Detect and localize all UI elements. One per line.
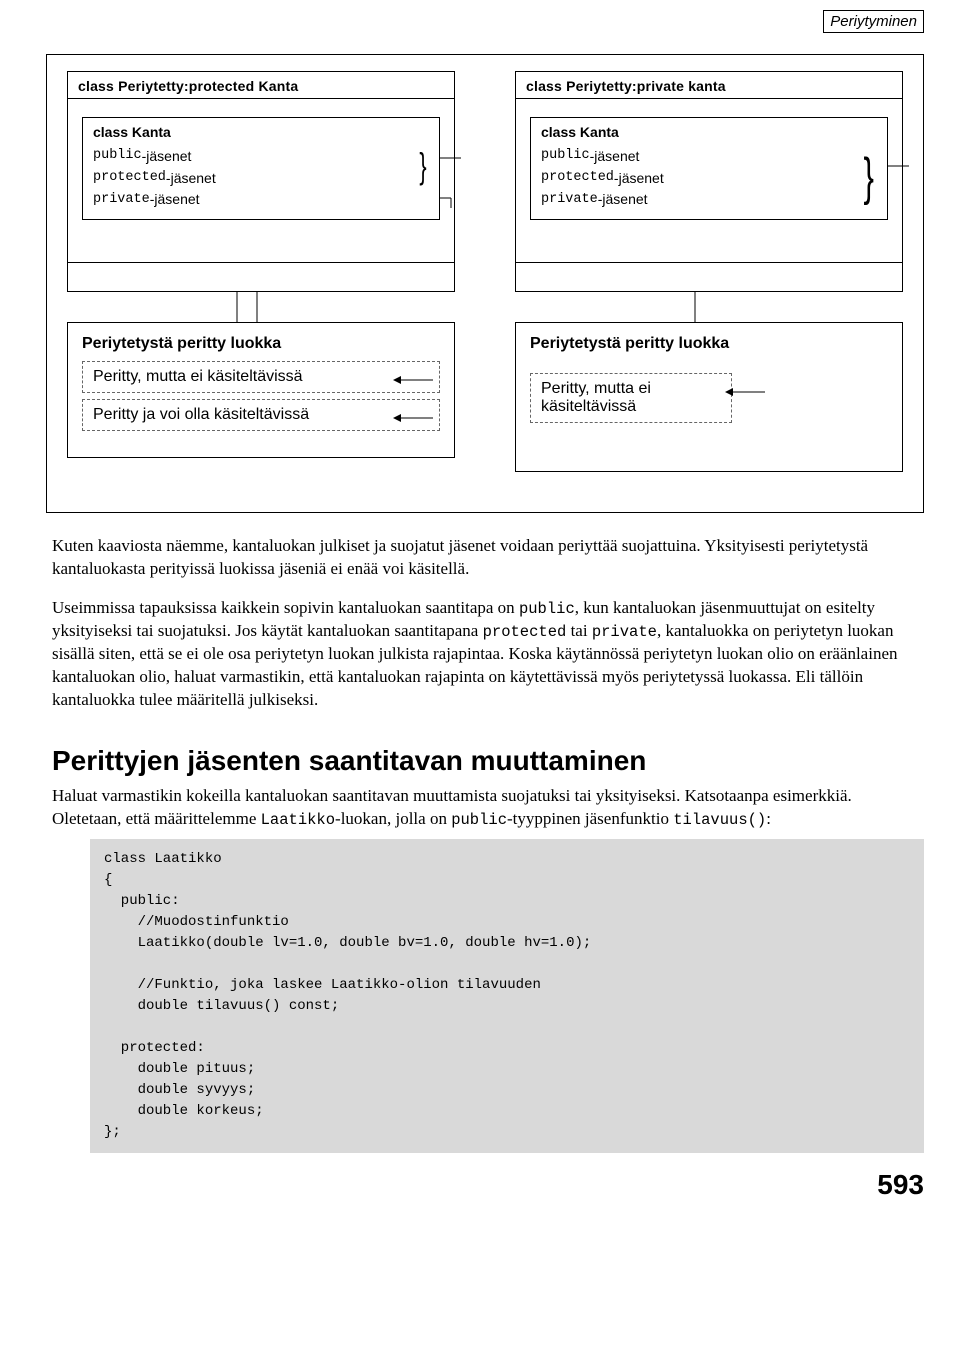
connector-line xyxy=(515,292,903,322)
left-outer-title: class Periytetty:protected Kanta xyxy=(68,72,454,98)
note-text: Peritty, mutta ei käsiteltävissä xyxy=(541,380,651,415)
connector-line xyxy=(67,292,455,322)
note-text: Peritty, mutta ei käsiteltävissä xyxy=(93,368,303,385)
connector-line xyxy=(439,148,461,208)
code-inline: public xyxy=(519,600,575,618)
code-inline: private xyxy=(592,623,657,641)
member-modifier: public xyxy=(93,146,142,167)
body-text: Kuten kaaviosta näemme, kantaluokan julk… xyxy=(52,535,918,831)
diagram-left-column: class Periytetty:protected Kanta class K… xyxy=(67,71,455,472)
brace-icon: } xyxy=(419,148,426,184)
code-block: class Laatikko { public: //Muodostinfunk… xyxy=(90,839,924,1153)
note-text: Peritty ja voi olla käsiteltävissä xyxy=(93,406,309,423)
member-modifier: protected xyxy=(541,168,614,189)
arrow-icon xyxy=(393,412,433,424)
member-modifier: public xyxy=(541,146,590,167)
arrow-icon xyxy=(725,386,765,398)
brace-icon: } xyxy=(863,151,873,203)
diagram-right-column: class Periytetty:private kanta class Kan… xyxy=(515,71,903,472)
page-header-label: Periytyminen xyxy=(823,10,924,33)
member-label: -jäsenet xyxy=(150,189,200,211)
right-derived-title: Periytetystä peritty luokka xyxy=(530,335,890,353)
member-modifier: private xyxy=(93,190,150,211)
left-note-box-2: Peritty ja voi olla käsiteltävissä xyxy=(82,399,440,431)
member-label: -jäsenet xyxy=(614,168,664,190)
left-inner-class-box: class Kanta public -jäsenet protected -j… xyxy=(82,117,440,220)
diagram-outer-frame: class Periytetty:protected Kanta class K… xyxy=(46,54,924,513)
paragraph: Useimmissa tapauksissa kaikkein sopivin … xyxy=(52,597,918,712)
member-modifier: protected xyxy=(93,168,166,189)
right-outer-title: class Periytetty:private kanta xyxy=(516,72,902,98)
page: Periytyminen class Periytetty:protected … xyxy=(0,0,960,1241)
section-heading: Perittyjen jäsenten saantitavan muuttami… xyxy=(52,742,918,780)
code-inline: Laatikko xyxy=(261,811,335,829)
left-derived-box: Periytetystä peritty luokka Peritty, mut… xyxy=(67,322,455,458)
code-inline: tilavuus() xyxy=(673,811,766,829)
arrow-icon xyxy=(393,374,433,386)
right-derived-box: Periytetystä peritty luokka Peritty, mut… xyxy=(515,322,903,472)
right-inner-title: class Kanta xyxy=(541,124,877,140)
diagram-top-row: class Periytetty:protected Kanta class K… xyxy=(67,71,903,472)
right-note-box-1: Peritty, mutta ei käsiteltävissä xyxy=(530,373,732,423)
member-modifier: private xyxy=(541,190,598,211)
member-label: -jäsenet xyxy=(166,168,216,190)
left-note-box-1: Peritty, mutta ei käsiteltävissä xyxy=(82,361,440,393)
right-inner-class-box: class Kanta public -jäsenet protected -j… xyxy=(530,117,888,220)
code-inline: protected xyxy=(483,623,567,641)
left-derived-title: Periytetystä peritty luokka xyxy=(82,335,442,353)
code-inline: public xyxy=(451,811,507,829)
member-label: -jäsenet xyxy=(590,146,640,168)
right-outer-class-box: class Periytetty:private kanta class Kan… xyxy=(515,71,903,292)
member-label: -jäsenet xyxy=(142,146,192,168)
paragraph: Haluat varmastikin kokeilla kantaluokan … xyxy=(52,785,918,831)
connector-line xyxy=(887,162,909,202)
paragraph: Kuten kaaviosta näemme, kantaluokan julk… xyxy=(52,535,918,581)
member-label: -jäsenet xyxy=(598,189,648,211)
left-outer-class-box: class Periytetty:protected Kanta class K… xyxy=(67,71,455,292)
page-number: 593 xyxy=(46,1169,924,1201)
left-inner-title: class Kanta xyxy=(93,124,429,140)
